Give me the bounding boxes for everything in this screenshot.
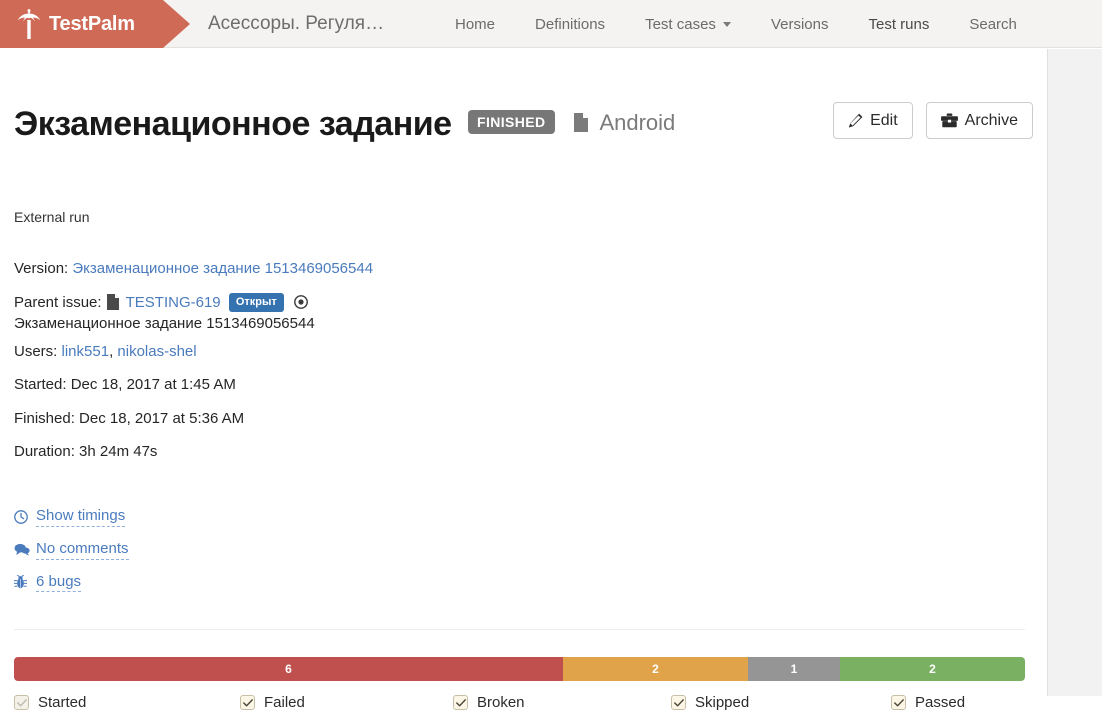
meta-parent-issue: Parent issue: TESTING-619 Открыт Экзамен… [14,292,1014,334]
legend-item-started-label: Started [38,694,87,711]
bugs-label: 6 bugs [36,573,82,593]
user-link[interactable]: link551 [62,343,110,360]
status-segment-passed-value: 2 [929,662,936,676]
status-badge: FINISHED [468,110,555,134]
status-segment-passed[interactable]: 2 [839,657,1025,681]
version-link[interactable]: Экзаменационное задание 1513469056544 [72,260,373,277]
brand-name: TestPalm [49,12,135,35]
started-label: Started: [14,376,67,393]
main-content: Экзаменационное задание FINISHED Android… [0,49,1047,711]
status-segment-failed-value: 6 [285,662,292,676]
status-segment-broken[interactable]: 1 [747,657,840,681]
platform-name: Android [599,109,676,135]
edit-button[interactable]: Edit [833,102,913,139]
user-link[interactable]: nikolas-shel [117,343,196,360]
check-icon [893,698,904,706]
show-timings-link[interactable]: Show timings [14,507,129,527]
checkbox-skipped[interactable] [671,695,686,710]
status-summary-bar: 6 2 1 2 [14,657,1025,681]
status-segment-skipped[interactable]: 2 [562,657,748,681]
parent-issue-link[interactable]: TESTING-619 [126,294,221,311]
check-icon [242,698,253,706]
parent-issue-title: Экзаменационное задание 1513469056544 [14,315,315,332]
nav-item-search-label: Search [969,15,1017,33]
target-icon[interactable] [294,294,308,309]
checkbox-passed[interactable] [891,695,906,710]
page-title: Экзаменационное задание [14,105,452,143]
clock-icon [14,510,31,524]
comments-link[interactable]: No comments [14,540,129,560]
edit-button-label: Edit [870,111,898,129]
legend-item-failed[interactable]: Failed [240,694,453,711]
check-icon [16,698,27,706]
action-links: Show timings No comments 6 bugs [14,507,129,605]
legend-item-failed-label: Failed [264,694,305,711]
run-metadata: Version: Экзаменационное задание 1513469… [14,259,1014,476]
nav-item-versions-label: Versions [770,15,829,33]
action-buttons: Edit Archive [833,102,1033,139]
parent-issue-label: Parent issue: [14,293,102,311]
bugs-link[interactable]: 6 bugs [14,573,129,593]
meta-duration: Duration: 3h 24m 47s [14,442,1014,462]
status-segment-skipped-value: 2 [652,662,659,676]
palm-tree-icon [17,9,41,39]
nav-item-test-runs-label: Test runs [868,15,930,33]
nav-item-test-cases-label: Test cases [645,15,716,33]
meta-started: Started: Dec 18, 2017 at 1:45 AM [14,375,1014,395]
nav-item-versions[interactable]: Versions [771,16,829,33]
archive-button-label: Archive [964,111,1018,129]
users-label: Users: [14,342,58,360]
status-segment-broken-value: 1 [790,662,798,676]
right-side-panel [1047,49,1102,696]
briefcase-icon [940,113,958,128]
duration-value: 3h 24m 47s [79,443,158,460]
show-timings-label: Show timings [36,507,126,527]
nav-item-test-runs[interactable]: Test runs [868,16,929,33]
file-icon [106,293,119,310]
platform: Android [573,110,675,136]
finished-label: Finished: [14,409,75,427]
meta-version: Version: Экзаменационное задание 1513469… [14,259,1014,279]
started-value: Dec 18, 2017 at 1:45 AM [70,376,236,393]
status-segment-failed[interactable]: 6 [14,657,563,681]
nav-item-search[interactable]: Search [969,16,1017,33]
archive-button[interactable]: Archive [925,102,1033,139]
meta-finished: Finished: Dec 18, 2017 at 5:36 AM [14,409,1014,429]
nav-item-home[interactable]: Home [455,16,495,33]
issue-status-badge: Открыт [228,292,284,312]
bug-icon [14,575,31,589]
legend-item-started[interactable]: Started [14,694,240,711]
nav-item-definitions-label: Definitions [535,15,606,33]
legend-item-broken-label: Broken [477,694,525,711]
nav-item-test-cases[interactable]: Test cases [645,16,731,33]
top-navigation-bar: TestPalm Асессоры. Регуля… Home Definiti… [0,0,1102,48]
duration-label: Duration: [14,443,75,460]
legend-item-passed-label: Passed [915,694,966,711]
comments-label: No comments [36,540,129,560]
version-label: Version: [14,260,69,277]
legend-item-skipped-label: Skipped [695,694,750,711]
legend-item-broken[interactable]: Broken [453,694,671,711]
legend-item-skipped[interactable]: Skipped [671,694,891,711]
check-icon [455,698,466,706]
checkbox-broken[interactable] [453,695,468,710]
pencil-icon [849,113,863,128]
comments-icon [14,543,31,556]
nav-links: Home Definitions Test cases Versions Tes… [455,0,1057,48]
check-icon [673,698,684,706]
checkbox-failed[interactable] [240,695,255,710]
file-icon [574,113,588,132]
brand-logo[interactable]: TestPalm [0,0,190,48]
section-divider [14,629,1025,630]
run-subtitle: External run [14,209,90,225]
project-title[interactable]: Асессоры. Регуля… [208,0,384,48]
status-legend: Started Failed Broken Skipped Passed [14,694,1025,711]
legend-item-passed[interactable]: Passed [891,694,965,711]
nav-item-definitions[interactable]: Definitions [535,16,605,33]
meta-users: Users: link551, nikolas-shel [14,342,1014,362]
checkbox-started[interactable] [14,695,29,710]
finished-value: Dec 18, 2017 at 5:36 AM [79,409,245,427]
nav-item-home-label: Home [455,15,496,33]
chevron-down-icon [722,21,731,27]
